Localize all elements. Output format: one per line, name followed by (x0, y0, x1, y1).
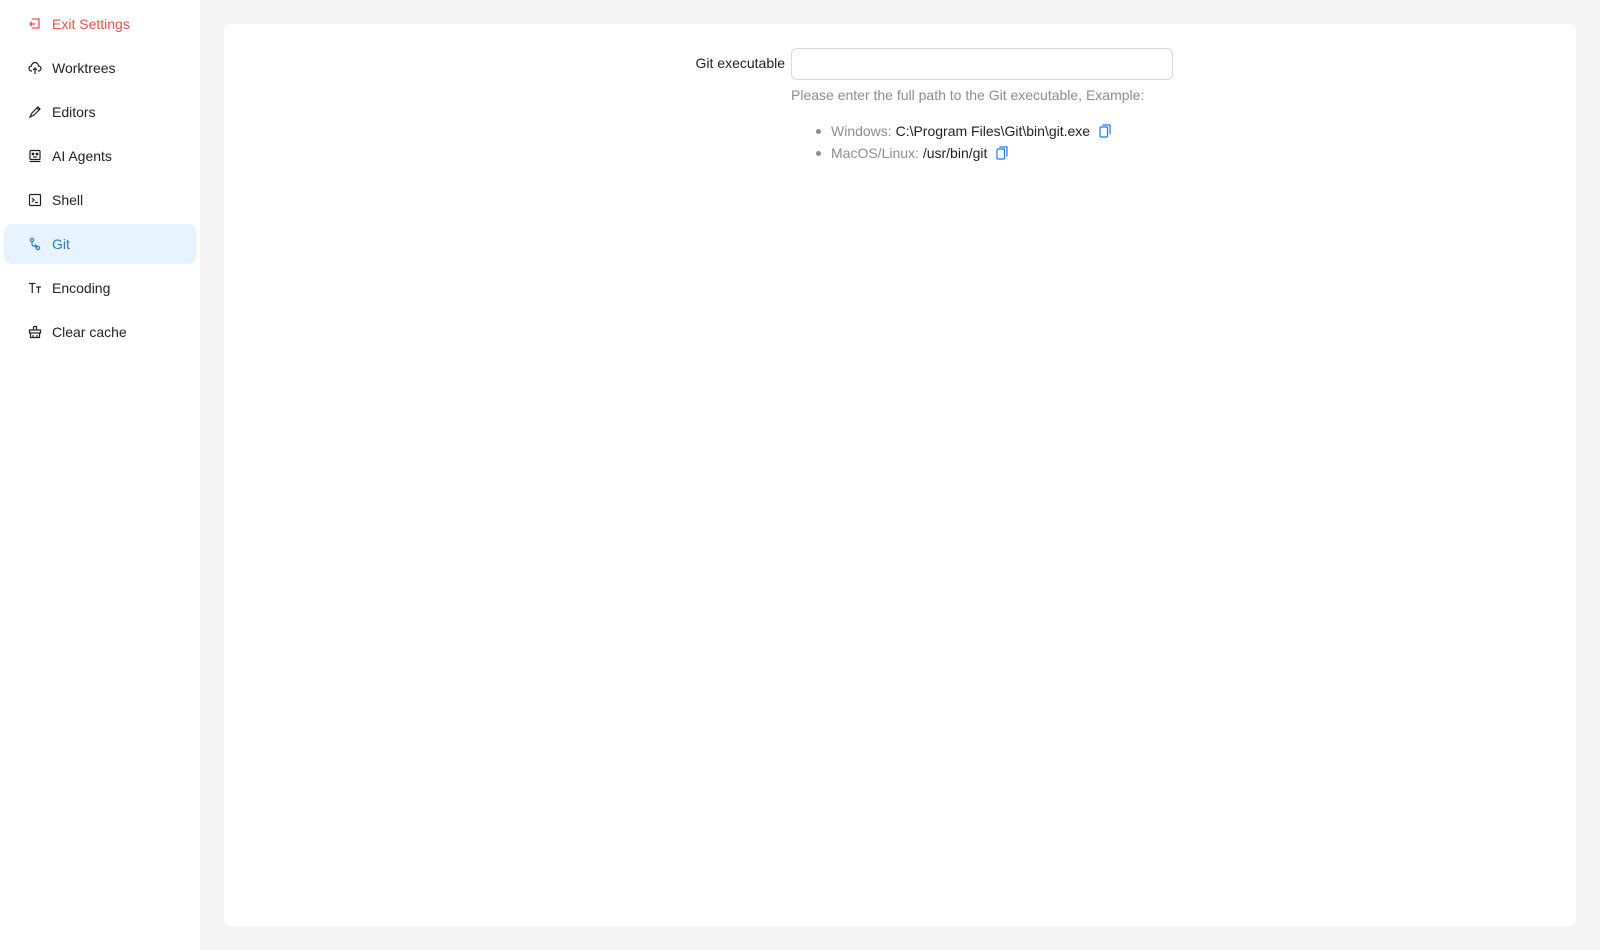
path-macos: /usr/bin/git (922, 145, 988, 161)
cloud-upload-icon (28, 61, 42, 75)
os-label-macos: MacOS/Linux: (831, 145, 919, 161)
sidebar-item-editors[interactable]: Editors (4, 92, 196, 132)
sidebar-item-worktrees[interactable]: Worktrees (4, 48, 196, 88)
list-item: MacOS/Linux: /usr/bin/git (815, 142, 1173, 164)
copy-icon[interactable] (996, 146, 1008, 160)
sidebar-item-label: Exit Settings (52, 16, 130, 32)
git-executable-label: Git executable (695, 55, 786, 71)
exit-icon (28, 17, 42, 31)
git-branch-icon (28, 237, 42, 251)
sidebar-item-shell[interactable]: Shell (4, 180, 196, 220)
sidebar-item-label: Clear cache (52, 324, 127, 340)
list-item: Windows: C:\Program Files\Git\bin\git.ex… (815, 120, 1173, 142)
sidebar-item-label: Encoding (52, 280, 111, 296)
git-executable-help: Please enter the full path to the Git ex… (791, 84, 1173, 164)
sidebar-item-label: Shell (52, 192, 84, 208)
path-windows: C:\Program Files\Git\bin\git.exe (895, 123, 1091, 139)
git-executable-control: Please enter the full path to the Git ex… (791, 48, 1173, 164)
sidebar-item-clear-cache[interactable]: Clear cache (4, 312, 196, 352)
terminal-icon (28, 193, 42, 207)
robot-icon (28, 149, 42, 163)
sidebar-item-label: Editors (52, 104, 96, 120)
sidebar-item-label: Git (52, 236, 70, 252)
sidebar-item-label: Worktrees (52, 60, 116, 76)
git-executable-input[interactable] (791, 48, 1173, 80)
sidebar-item-ai-agents[interactable]: AI Agents (4, 136, 196, 176)
help-text: Please enter the full path to the Git ex… (791, 87, 1145, 103)
edit-icon (28, 105, 42, 119)
settings-window: Exit Settings Worktrees Editors AI Agent… (0, 0, 1600, 950)
copy-icon[interactable] (1099, 124, 1111, 138)
sidebar-item-git[interactable]: Git (4, 224, 196, 264)
font-size-icon (28, 281, 42, 295)
clear-icon (28, 325, 42, 339)
sidebar-item-label: AI Agents (52, 148, 112, 164)
sidebar-item-exit-settings[interactable]: Exit Settings (4, 4, 196, 44)
os-label-windows: Windows: (831, 123, 892, 139)
settings-panel: Git executable Please enter the full pat… (224, 24, 1576, 926)
settings-sidebar: Exit Settings Worktrees Editors AI Agent… (0, 0, 200, 950)
sidebar-item-encoding[interactable]: Encoding (4, 268, 196, 308)
examples-list: Windows: C:\Program Files\Git\bin\git.ex… (791, 120, 1173, 164)
